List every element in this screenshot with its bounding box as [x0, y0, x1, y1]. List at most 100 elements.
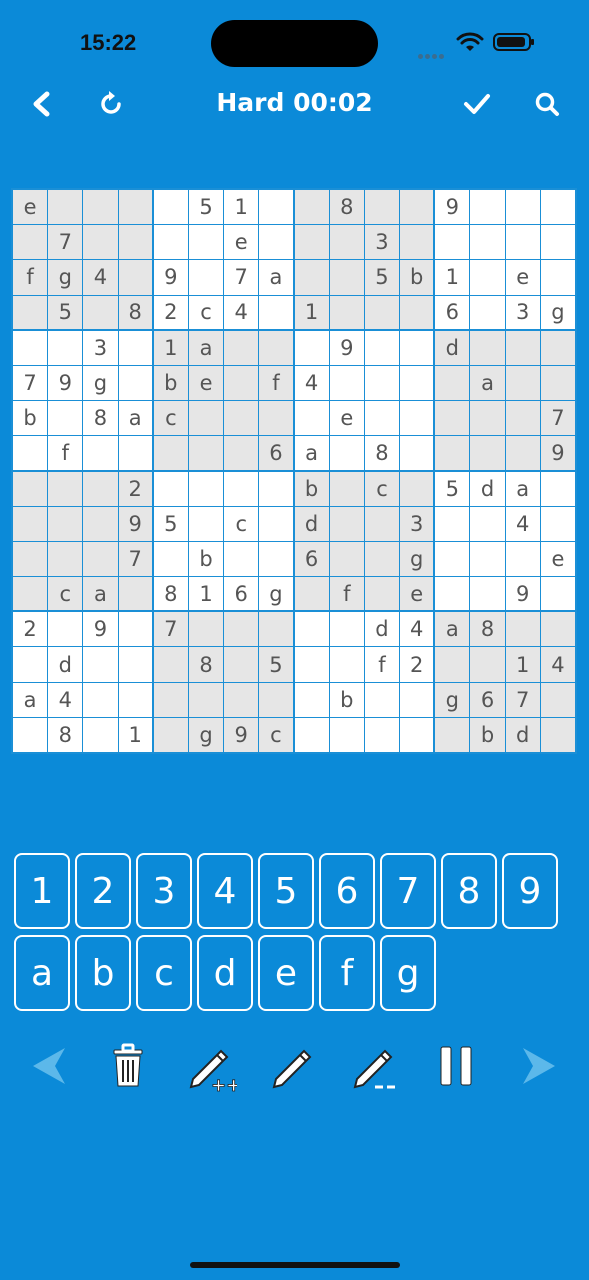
grid-cell[interactable]: 7 [153, 612, 188, 647]
grid-cell[interactable] [259, 295, 293, 329]
grid-cell[interactable] [13, 471, 48, 506]
key-7[interactable]: 7 [380, 853, 436, 929]
grid-cell[interactable] [188, 436, 224, 470]
grid-cell[interactable] [470, 506, 505, 541]
grid-cell[interactable] [153, 436, 188, 470]
grid-cell[interactable] [118, 577, 152, 611]
grid-cell[interactable] [224, 541, 259, 577]
grid-cell[interactable]: d [364, 612, 400, 647]
grid-cell[interactable]: 3 [400, 506, 434, 541]
grid-cell[interactable] [364, 365, 400, 401]
grid-cell[interactable] [48, 541, 83, 577]
grid-cell[interactable] [13, 295, 48, 329]
grid-cell[interactable] [294, 190, 329, 225]
grid-cell[interactable]: b [329, 682, 364, 717]
grid-cell[interactable]: 9 [48, 365, 83, 401]
grid-cell[interactable] [83, 682, 118, 717]
grid-cell[interactable] [329, 260, 364, 295]
grid-cell[interactable]: f [13, 260, 48, 295]
grid-cell[interactable] [540, 577, 575, 611]
grid-cell[interactable] [505, 401, 540, 436]
grid-cell[interactable] [188, 225, 224, 260]
grid-cell[interactable] [153, 190, 188, 225]
grid-cell[interactable] [188, 506, 224, 541]
grid-cell[interactable] [364, 717, 400, 752]
grid-cell[interactable] [294, 577, 329, 611]
grid-cell[interactable] [224, 682, 259, 717]
key-5[interactable]: 5 [258, 853, 314, 929]
grid-cell[interactable] [505, 436, 540, 470]
grid-cell[interactable] [259, 612, 293, 647]
check-button[interactable] [455, 80, 499, 128]
grid-cell[interactable]: 4 [540, 647, 575, 682]
grid-cell[interactable]: 1 [188, 577, 224, 611]
grid-cell[interactable] [435, 401, 470, 436]
grid-cell[interactable] [329, 612, 364, 647]
grid-cell[interactable] [224, 436, 259, 470]
grid-cell[interactable]: 2 [153, 295, 188, 329]
key-b[interactable]: b [75, 935, 131, 1011]
grid-cell[interactable] [364, 401, 400, 436]
grid-cell[interactable] [470, 190, 505, 225]
grid-cell[interactable]: b [400, 260, 434, 295]
grid-cell[interactable]: 1 [505, 647, 540, 682]
grid-cell[interactable] [13, 225, 48, 260]
grid-cell[interactable]: 6 [294, 541, 329, 577]
grid-cell[interactable] [505, 225, 540, 260]
grid-cell[interactable] [188, 682, 224, 717]
grid-cell[interactable] [540, 365, 575, 401]
pencil-button[interactable] [263, 1036, 323, 1096]
grid-cell[interactable] [83, 436, 118, 470]
grid-cell[interactable]: 7 [48, 225, 83, 260]
grid-cell[interactable] [364, 682, 400, 717]
grid-cell[interactable] [259, 682, 293, 717]
grid-cell[interactable]: g [83, 365, 118, 401]
grid-cell[interactable] [13, 647, 48, 682]
grid-cell[interactable] [48, 190, 83, 225]
grid-cell[interactable]: a [435, 612, 470, 647]
grid-cell[interactable]: 7 [540, 401, 575, 436]
grid-cell[interactable]: 4 [224, 295, 259, 329]
key-a[interactable]: a [14, 935, 70, 1011]
grid-cell[interactable]: 5 [364, 260, 400, 295]
grid-cell[interactable]: 4 [400, 612, 434, 647]
grid-cell[interactable] [83, 471, 118, 506]
grid-cell[interactable] [13, 577, 48, 611]
key-4[interactable]: 4 [197, 853, 253, 929]
grid-cell[interactable] [153, 717, 188, 752]
grid-cell[interactable] [435, 506, 470, 541]
grid-cell[interactable] [294, 682, 329, 717]
grid-cell[interactable]: a [83, 577, 118, 611]
grid-cell[interactable] [153, 682, 188, 717]
grid-cell[interactable]: a [294, 436, 329, 470]
grid-cell[interactable] [259, 506, 293, 541]
grid-cell[interactable] [470, 647, 505, 682]
grid-cell[interactable] [329, 436, 364, 470]
grid-cell[interactable]: 4 [294, 365, 329, 401]
grid-cell[interactable]: g [48, 260, 83, 295]
grid-cell[interactable]: 8 [48, 717, 83, 752]
grid-cell[interactable] [540, 260, 575, 295]
grid-cell[interactable]: a [188, 330, 224, 365]
grid-cell[interactable] [400, 330, 434, 365]
grid-cell[interactable] [329, 295, 364, 329]
grid-cell[interactable]: b [13, 401, 48, 436]
grid-cell[interactable]: 1 [118, 717, 152, 752]
grid-cell[interactable] [540, 682, 575, 717]
grid-cell[interactable] [259, 401, 293, 436]
grid-cell[interactable] [364, 577, 400, 611]
grid-cell[interactable] [400, 190, 434, 225]
grid-cell[interactable] [294, 225, 329, 260]
grid-cell[interactable]: g [435, 682, 470, 717]
grid-cell[interactable] [400, 682, 434, 717]
grid-cell[interactable]: b [153, 365, 188, 401]
grid-cell[interactable]: 9 [153, 260, 188, 295]
grid-cell[interactable] [435, 225, 470, 260]
grid-cell[interactable]: 2 [118, 471, 152, 506]
grid-cell[interactable] [435, 577, 470, 611]
grid-cell[interactable]: g [400, 541, 434, 577]
grid-cell[interactable]: a [470, 365, 505, 401]
grid-cell[interactable] [540, 471, 575, 506]
grid-cell[interactable]: e [329, 401, 364, 436]
key-1[interactable]: 1 [14, 853, 70, 929]
